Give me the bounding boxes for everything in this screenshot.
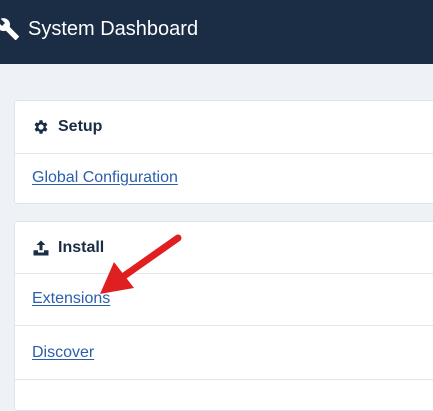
divider <box>15 379 433 380</box>
top-bar: System Dashboard <box>0 0 433 64</box>
global-configuration-link[interactable]: Global Configuration <box>32 169 178 187</box>
divider <box>15 325 433 326</box>
annotation-arrow-icon <box>100 234 182 294</box>
page-title: System Dashboard <box>28 18 199 40</box>
upload-icon <box>33 240 49 256</box>
setup-card-header: Setup <box>32 118 102 136</box>
gear-icon <box>34 120 48 134</box>
setup-title: Setup <box>58 118 103 135</box>
install-card-header: Install <box>32 239 104 257</box>
divider <box>15 273 433 274</box>
install-card: Install Extensions Discover <box>14 221 433 411</box>
discover-link[interactable]: Discover <box>32 344 94 362</box>
wrench-icon <box>0 18 19 40</box>
setup-card: Setup Global Configuration <box>14 100 433 204</box>
divider <box>15 153 433 154</box>
